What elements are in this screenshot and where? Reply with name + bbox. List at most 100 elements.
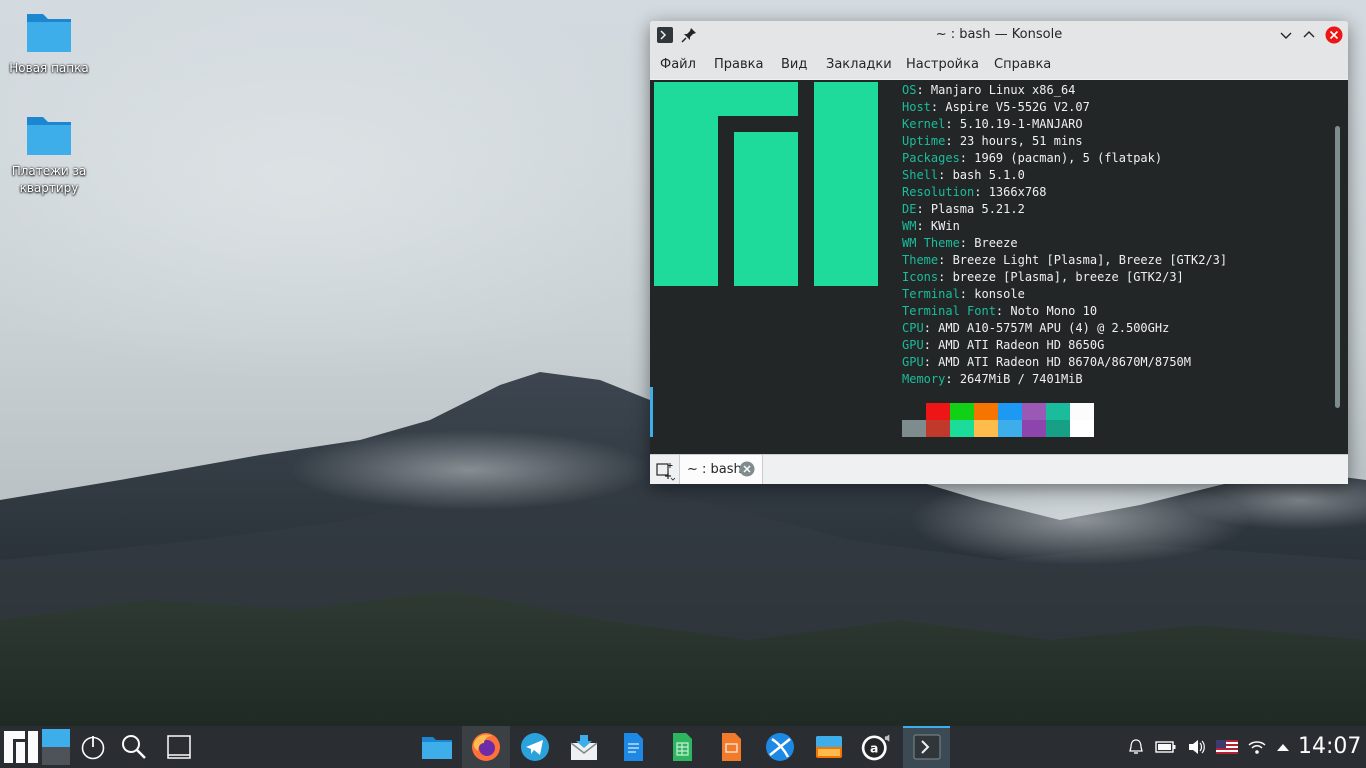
color-swatch [1022, 403, 1046, 420]
sysinfo-value: Manjaro Linux x86_64 [930, 83, 1076, 97]
konsole-window[interactable]: ~ : bash — Konsole Файл Правка Вид Закла… [650, 21, 1348, 484]
close-icon[interactable] [1325, 26, 1343, 44]
terminal-output[interactable]: OS: Manjaro Linux x86_64 Host: Aspire V5-… [650, 80, 1348, 454]
spreadsheet-icon[interactable] [666, 731, 698, 763]
presentation-icon[interactable] [715, 731, 747, 763]
search-icon[interactable] [120, 733, 148, 761]
show-desktop-icon[interactable] [166, 734, 194, 760]
audio-app-icon[interactable]: a [860, 731, 892, 763]
battery-icon[interactable] [1155, 738, 1177, 756]
sysinfo-value: bash 5.1.0 [952, 168, 1025, 182]
sysinfo-key: Host [902, 100, 931, 114]
window-titlebar[interactable]: ~ : bash — Konsole [650, 21, 1348, 49]
telegram-icon[interactable] [519, 731, 551, 763]
wifi-icon[interactable] [1247, 738, 1267, 756]
sysinfo-value: 1969 (pacman), 5 (flatpak) [974, 151, 1163, 165]
sysinfo-value: Noto Mono 10 [1010, 304, 1098, 318]
tab-close-icon[interactable] [739, 461, 755, 477]
power-icon[interactable] [79, 733, 107, 761]
tab-bash[interactable]: ~ : bash [679, 455, 763, 484]
web-browser-icon[interactable] [764, 731, 796, 763]
sysinfo-row: Icons: breeze [Plasma], breeze [GTK2/3] [902, 270, 1184, 284]
sysinfo-value: Breeze [974, 236, 1018, 250]
menu-view[interactable]: Вид [781, 57, 807, 72]
desktop-icon-new-folder[interactable]: Новая папка [1, 10, 97, 77]
sysinfo-value: 2647MiB / 7401MiB [959, 372, 1083, 386]
firefox-icon[interactable] [470, 731, 502, 763]
sysinfo-value: konsole [974, 287, 1025, 301]
writer-document-icon[interactable] [617, 731, 649, 763]
color-swatch [998, 403, 1022, 420]
color-swatch [902, 420, 926, 437]
sysinfo-value: AMD ATI Radeon HD 8650G [938, 338, 1105, 352]
sysinfo-key: OS [902, 83, 917, 97]
menu-bookmarks[interactable]: Закладки [826, 57, 892, 72]
volume-icon[interactable] [1187, 738, 1207, 756]
desktop-icon-label: Платежи за квартиру [11, 164, 87, 195]
new-tab-icon[interactable] [654, 459, 676, 481]
file-manager-icon[interactable] [421, 731, 453, 763]
menu-settings[interactable]: Настройка [906, 57, 979, 72]
sysinfo-key: Memory [902, 372, 946, 386]
folder-icon [27, 117, 71, 155]
sysinfo-row: WM: KWin [902, 219, 960, 233]
sysinfo-value: 5.10.19-1-MANJARO [959, 117, 1083, 131]
sysinfo-key: WM [902, 219, 917, 233]
konsole-icon[interactable] [911, 731, 943, 763]
sysinfo-row: Memory: 2647MiB / 7401MiB [902, 372, 1083, 386]
menu-edit[interactable]: Правка [714, 57, 763, 72]
color-swatch [1022, 420, 1046, 437]
maximize-icon[interactable] [1300, 26, 1318, 44]
system-info: OS: Manjaro Linux x86_64 Host: Aspire V5-… [902, 82, 1227, 388]
desktop-icon-payments-folder[interactable]: Платежи за квартиру [1, 113, 97, 197]
folder-icon [27, 14, 71, 52]
digital-clock[interactable]: 14:07 [1298, 734, 1361, 759]
virtual-desktop-pager-icon[interactable] [42, 729, 70, 765]
mail-client-icon[interactable] [568, 731, 600, 763]
sysinfo-row: Packages: 1969 (pacman), 5 (flatpak) [902, 151, 1163, 165]
taskbar-panel: a 14:07 [0, 726, 1366, 768]
sysinfo-key: Theme [902, 253, 939, 267]
sysinfo-value: Breeze Light [Plasma], Breeze [GTK2/3] [952, 253, 1228, 267]
color-swatch [950, 420, 974, 437]
sysinfo-row: Terminal Font: Noto Mono 10 [902, 304, 1098, 318]
color-swatch [950, 403, 974, 420]
sysinfo-value: 23 hours, 51 mins [959, 134, 1083, 148]
application-launcher-icon[interactable] [4, 731, 38, 763]
svg-text:a: a [870, 740, 878, 755]
sysinfo-value: 1366x768 [988, 185, 1047, 199]
sysinfo-key: GPU [902, 355, 924, 369]
menu-file[interactable]: Файл [660, 57, 696, 72]
color-swatch [926, 403, 950, 420]
desktop-icon-label: Новая папка [9, 61, 89, 75]
us-flag-keyboard-layout-icon[interactable] [1216, 740, 1238, 754]
sysinfo-key: CPU [902, 321, 924, 335]
tray-expand-arrow-icon[interactable] [1275, 741, 1291, 753]
sysinfo-row: Shell: bash 5.1.0 [902, 168, 1025, 182]
color-swatch [974, 420, 998, 437]
menu-bar: Файл Правка Вид Закладки Настройка Справ… [650, 49, 1348, 79]
color-swatch [926, 420, 950, 437]
sysinfo-value: AMD A10-5757M APU (4) @ 2.500GHz [938, 321, 1170, 335]
color-swatch [974, 403, 998, 420]
terminal-marker [650, 387, 653, 437]
tab-label: ~ : bash [687, 462, 742, 477]
menu-help[interactable]: Справка [994, 57, 1051, 72]
notifications-icon[interactable] [1127, 738, 1145, 756]
color-swatch [1046, 403, 1070, 420]
sysinfo-key: Shell [902, 168, 939, 182]
sysinfo-key: GPU [902, 338, 924, 352]
window-title: ~ : bash — Konsole [935, 27, 1063, 42]
sysinfo-row: Terminal: konsole [902, 287, 1025, 301]
sysinfo-row: Resolution: 1366x768 [902, 185, 1047, 199]
sysinfo-key: Terminal [902, 287, 960, 301]
sysinfo-row: OS: Manjaro Linux x86_64 [902, 83, 1076, 97]
color-swatch [902, 403, 926, 420]
sysinfo-key: Packages [902, 151, 960, 165]
settings-window-icon[interactable] [813, 731, 845, 763]
terminal-scrollbar[interactable] [1335, 126, 1340, 408]
sysinfo-key: Uptime [902, 134, 946, 148]
color-swatch [1046, 420, 1070, 437]
sysinfo-row: GPU: AMD ATI Radeon HD 8670A/8670M/8750M [902, 355, 1192, 369]
minimize-icon[interactable] [1277, 26, 1295, 44]
